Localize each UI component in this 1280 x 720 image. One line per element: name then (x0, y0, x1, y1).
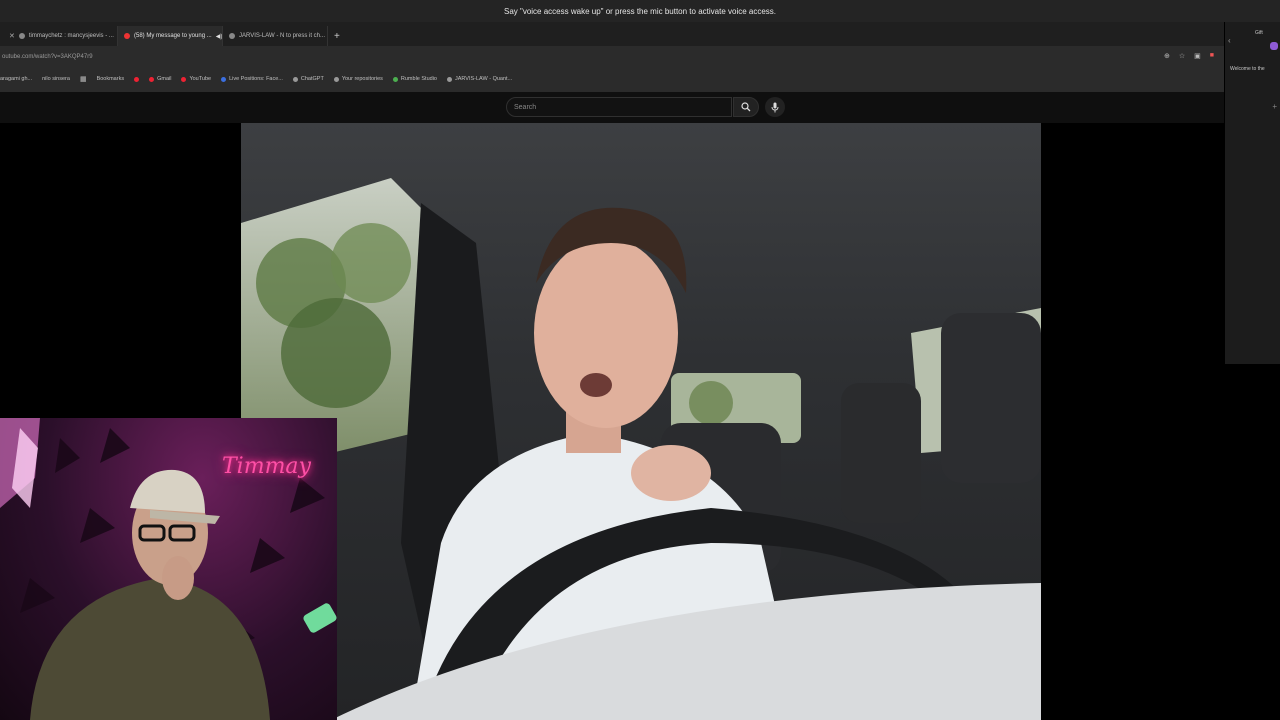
star-icon[interactable]: ☆ (1179, 52, 1185, 60)
voice-access-banner: Say "voice access wake up" or press the … (0, 0, 1280, 22)
globe-icon (229, 33, 235, 39)
bookmark-gmail[interactable]: Gmail (149, 76, 171, 82)
profile-icon[interactable]: ■ (1210, 52, 1214, 60)
gift-label[interactable]: Gift (1255, 30, 1263, 36)
bookmark-nilo[interactable]: nilo sinsera (42, 76, 70, 82)
bookmark-rumble[interactable]: Rumble Studio (392, 76, 437, 82)
url-text: outube.com/watch?v=3AKQP47r9 (2, 54, 93, 60)
extension-badge-icon[interactable] (1270, 42, 1278, 50)
tab-label: (58) My message to young ... (134, 33, 212, 39)
bookmarks-bar: aragami gh... nilo sinsera ▦ Bookmarks G… (0, 68, 1224, 90)
bookmark-red-icon[interactable] (134, 76, 140, 82)
search-icon (741, 102, 751, 112)
red-icon (134, 76, 140, 82)
bookmark-github[interactable]: Your repositories (333, 76, 383, 82)
neon-sign-text: Timmay (222, 454, 311, 479)
tab-youtube-video[interactable]: (58) My message to young ... ◀) ✕ (118, 26, 223, 46)
side-panel: ‹ Gift Welcome to the + (1225, 22, 1280, 364)
plus-icon[interactable]: + (1272, 102, 1277, 111)
new-tab-button[interactable]: + (328, 26, 346, 46)
tab-jarvis-law[interactable]: JARVIS-LAW - N to press it ch... ✕ (223, 26, 328, 46)
github-icon (333, 76, 339, 82)
browser-window: ✕ timmaychetz : mancysjeevis - ... ✕ (58… (0, 22, 1224, 92)
bookmark-jarvis-law[interactable]: JARVIS-LAW - Quant... (446, 76, 512, 82)
chevron-left-icon[interactable]: ‹ (1228, 36, 1231, 45)
webcam-overlay: Timmay (0, 418, 337, 720)
close-icon[interactable]: ✕ (9, 32, 15, 40)
address-bar[interactable]: outube.com/watch?v=3AKQP47r9 ⊕ ☆ ▣ ■ (0, 46, 1224, 68)
tab-label: JARVIS-LAW - N to press it ch... (239, 33, 326, 39)
video-frame (241, 178, 1041, 720)
rumble-icon (392, 76, 398, 82)
install-icon[interactable]: ⊕ (1164, 52, 1170, 60)
globe-icon (446, 76, 452, 82)
facebook-icon (221, 76, 227, 82)
tab-timmaychetz[interactable]: ✕ timmaychetz : mancysjeevis - ... ✕ (0, 26, 118, 46)
extension-icon[interactable]: ▣ (1194, 52, 1201, 60)
search-button[interactable] (733, 97, 759, 117)
apps-icon[interactable]: ▦ (80, 75, 87, 83)
tab-strip: ✕ timmaychetz : mancysjeevis - ... ✕ (58… (0, 22, 1224, 46)
youtube-icon (124, 33, 130, 39)
search-input[interactable]: Search (506, 97, 732, 117)
welcome-text: Welcome to the (1230, 66, 1265, 72)
search-placeholder: Search (514, 103, 537, 111)
bookmark-facebook[interactable]: Live Positions: Face... (221, 76, 283, 82)
microphone-icon (771, 102, 779, 112)
bookmark-aragami[interactable]: aragami gh... (0, 76, 32, 82)
voice-access-message: Say "voice access wake up" or press the … (503, 6, 777, 16)
bookmark-youtube[interactable]: YouTube (181, 76, 211, 82)
chatgpt-icon (292, 76, 298, 82)
bookmark-chatgpt[interactable]: ChatGPT (292, 76, 324, 82)
youtube-header: Search (0, 92, 1224, 123)
gmail-icon (149, 76, 155, 82)
bookmark-bookmarks[interactable]: Bookmarks (97, 76, 125, 82)
speaker-icon[interactable]: ◀) (216, 33, 222, 40)
voice-search-button[interactable] (765, 97, 785, 117)
youtube-icon (181, 76, 187, 82)
tab-label: timmaychetz : mancysjeevis - ... (28, 33, 114, 39)
video-player[interactable] (241, 123, 1041, 720)
globe-icon (18, 33, 25, 39)
